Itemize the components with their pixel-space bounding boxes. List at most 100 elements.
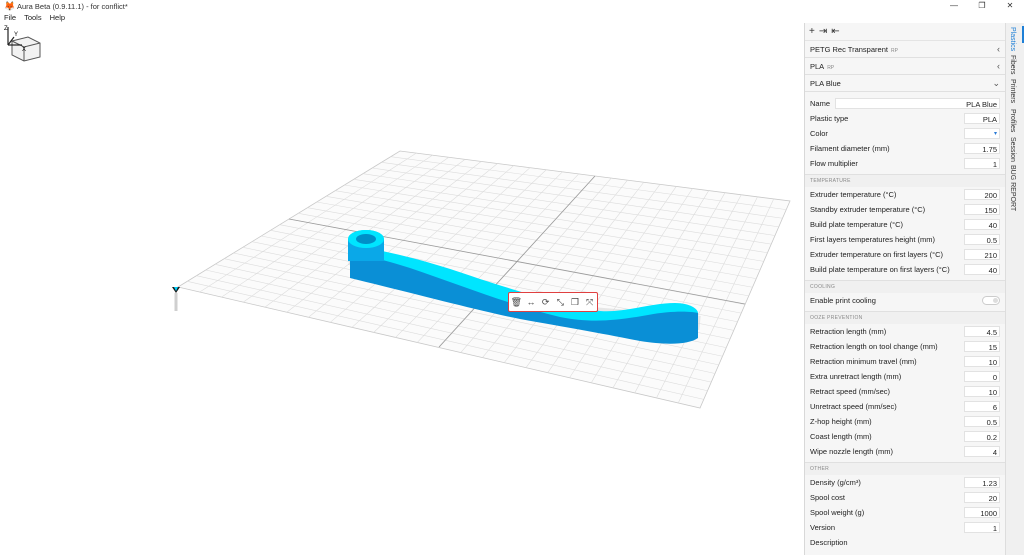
value-field[interactable]: PLA — [964, 113, 1000, 124]
color-picker[interactable]: ▾ — [964, 128, 1000, 139]
prop-label: Description — [810, 538, 848, 547]
plastics-panel: + ⇥ ⇤ PETG Rec Transparent RP ‹ PLA RP ‹ PLA B… — [804, 23, 1006, 555]
enable-print-cooling-toggle[interactable] — [982, 296, 1000, 305]
section-cooling: COOLING — [805, 280, 1006, 293]
tab-printers[interactable]: Printers — [1009, 79, 1016, 103]
prop-row: Extruder temperature (°C) 200 — [805, 187, 1006, 202]
prop-label: Retraction minimum travel (mm) — [810, 357, 917, 366]
prop-row: Spool cost 20 — [805, 490, 1006, 505]
prop-label: Z-hop height (mm) — [810, 417, 872, 426]
prop-row: Extruder temperature on first layers (°C… — [805, 247, 1006, 262]
prop-row: Retraction minimum travel (mm) 10 — [805, 354, 1006, 369]
value-field[interactable]: 6 — [964, 401, 1000, 412]
prop-row: Build plate temperature on first layers … — [805, 262, 1006, 277]
tab-session[interactable]: Session — [1009, 137, 1016, 162]
prop-row: Spool weight (g) 1000 — [805, 505, 1006, 520]
prop-row: Version 1 — [805, 520, 1006, 535]
chevron-icon[interactable]: ‹ — [997, 44, 1000, 54]
prop-row: Coast length (mm) 0.2 — [805, 429, 1006, 444]
value-field[interactable]: 10 — [964, 386, 1000, 397]
scale-icon[interactable]: ⤡ — [554, 297, 566, 308]
value-field[interactable]: 40 — [964, 264, 1000, 275]
value-field[interactable]: 1.75 — [964, 143, 1000, 154]
value-field[interactable]: 0.5 — [964, 416, 1000, 427]
prop-label: First layers temperatures height (mm) — [810, 235, 936, 244]
prop-row: First layers temperatures height (mm) 0.5 — [805, 232, 1006, 247]
prop-row: Z-hop height (mm) 0.5 — [805, 414, 1006, 429]
3d-viewport[interactable]: 🗑 ↔ ⟳ ⤡ ❐ ⤧ Z Y X — [0, 23, 803, 555]
value-field[interactable]: 4 — [964, 446, 1000, 457]
prop-label: Retract speed (mm/sec) — [810, 387, 891, 396]
value-field[interactable]: 0 — [964, 371, 1000, 382]
value-field[interactable]: 150 — [964, 204, 1000, 215]
rotate-icon[interactable]: ⟳ — [540, 297, 552, 308]
prop-label: Spool cost — [810, 493, 846, 502]
fox-logo-icon: 🦊 — [4, 0, 16, 11]
add-icon[interactable]: + — [809, 26, 815, 37]
menu-help[interactable]: Help — [50, 13, 65, 22]
prop-row: Name PLA Blue — [805, 96, 1006, 111]
prop-row: Standby extruder temperature (°C) 150 — [805, 202, 1006, 217]
build-plate-scene — [11, 36, 791, 409]
prop-row: Unretract speed (mm/sec) 6 — [805, 399, 1006, 414]
export-icon[interactable]: ⇤ — [831, 26, 839, 37]
material-selector[interactable]: PLA Blue ⌄ — [805, 75, 1006, 92]
move-icon[interactable]: ↔ — [525, 297, 537, 307]
tab-fibers[interactable]: Fibers — [1009, 55, 1016, 74]
chevron-icon[interactable]: ⌄ — [992, 78, 1000, 89]
prop-label: Density (g/cm³) — [810, 478, 861, 487]
value-field[interactable]: 10 — [964, 356, 1000, 367]
menu-tools[interactable]: Tools — [24, 13, 42, 22]
prop-row: Wipe nozzle length (mm) 4 — [805, 444, 1006, 459]
value-field[interactable]: 1.23 — [964, 477, 1000, 488]
value-field[interactable]: 0.5 — [964, 234, 1000, 245]
duplicate-icon[interactable]: ❐ — [569, 297, 581, 308]
value-field[interactable]: 1 — [964, 522, 1000, 533]
arrange-icon[interactable]: ⤧ — [584, 297, 596, 308]
import-icon[interactable]: ⇥ — [819, 26, 827, 37]
panel-toolbar: + ⇥ ⇤ — [805, 23, 1006, 41]
chevron-icon[interactable]: ‹ — [997, 61, 1000, 71]
prop-row: Extra unretract length (mm) 0 — [805, 369, 1006, 384]
nozzle-marker — [172, 287, 180, 311]
title-bar: 🦊 Aura Beta (0.9.11.1) - for conflict* —… — [0, 0, 1024, 12]
prop-label: Enable print cooling — [810, 296, 876, 305]
value-field[interactable]: 15 — [964, 341, 1000, 352]
value-field[interactable]: 1 — [964, 158, 1000, 169]
prop-row: Color ▾ — [805, 126, 1006, 141]
value-field[interactable]: 210 — [964, 249, 1000, 260]
material-selector[interactable]: PETG Rec Transparent RP ‹ — [805, 41, 1006, 58]
value-field[interactable]: 1000 — [964, 507, 1000, 518]
value-field[interactable]: 40 — [964, 219, 1000, 230]
build-plate-grid — [176, 150, 791, 409]
value-field[interactable]: 4.5 — [964, 326, 1000, 337]
prop-label: Flow multiplier — [810, 159, 858, 168]
prop-label: Name — [810, 99, 831, 108]
close-button[interactable]: ✕ — [996, 0, 1024, 12]
prop-row: Retract speed (mm/sec) 10 — [805, 384, 1006, 399]
section-temperature: TEMPERATURE — [805, 174, 1006, 187]
tab-profiles[interactable]: Profiles — [1009, 109, 1016, 132]
axis-z-label: Z — [4, 26, 8, 32]
prop-row: Retraction length on tool change (mm) 15 — [805, 339, 1006, 354]
delete-icon[interactable]: 🗑 — [510, 297, 522, 308]
prop-label: Filament diameter (mm) — [810, 144, 890, 153]
value-field[interactable]: PLA Blue — [835, 98, 1000, 109]
model-edit-toolbar: 🗑 ↔ ⟳ ⤡ ❐ ⤧ — [508, 292, 598, 312]
value-field[interactable]: 200 — [964, 189, 1000, 200]
menu-file[interactable]: File — [4, 13, 16, 22]
material-selector[interactable]: PLA RP ‹ — [805, 58, 1006, 75]
maximize-button[interactable]: ❐ — [968, 0, 996, 12]
tab-plastics[interactable]: Plastics — [1009, 27, 1016, 51]
value-field[interactable]: 0.2 — [964, 431, 1000, 442]
prop-label: Retraction length (mm) — [810, 327, 887, 336]
minimize-button[interactable]: — — [940, 0, 968, 12]
prop-row: Filament diameter (mm) 1.75 — [805, 141, 1006, 156]
prop-row: Density (g/cm³) 1.23 — [805, 475, 1006, 490]
value-field[interactable]: 20 — [964, 492, 1000, 503]
window-controls: — ❐ ✕ — [940, 0, 1024, 12]
tab-bug-report[interactable]: BUG REPORT — [1009, 165, 1016, 211]
prop-label: Build plate temperature (°C) — [810, 220, 904, 229]
prop-label: Extruder temperature on first layers (°C… — [810, 250, 944, 259]
prop-row: Plastic type PLA — [805, 111, 1006, 126]
